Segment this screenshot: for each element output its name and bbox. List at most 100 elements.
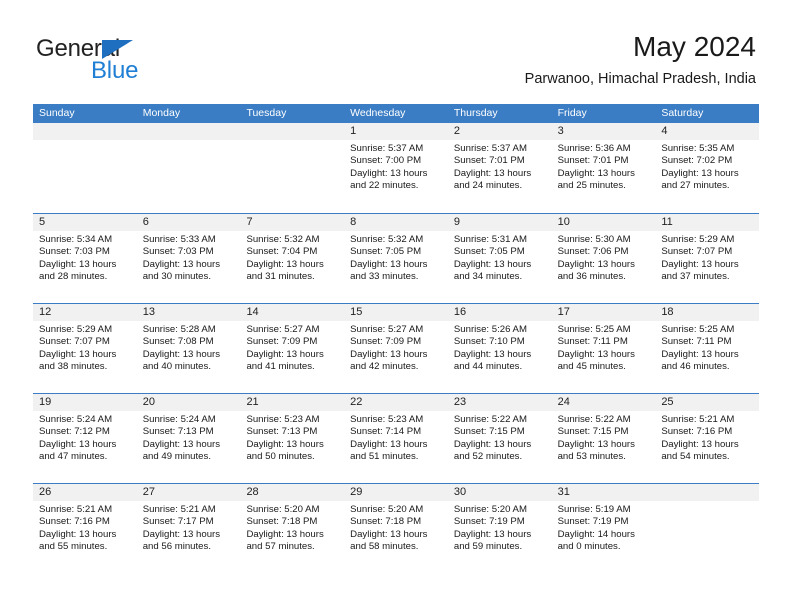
logo-text-blue: Blue [91,57,139,84]
day-detail-line: Daylight: 13 hours [453,348,532,360]
day-detail-line: Sunset: 7:18 PM [246,516,318,528]
day-detail-line: Daylight: 13 hours [350,167,428,179]
day-cell-18[interactable]: 18 Sunrise: 5:25 AM Sunset: 7:11 PM Dayligh… [655,304,760,393]
day-cell-22[interactable]: 22 Sunrise: 5:23 AM Sunset: 7:14 PM Dayligh… [344,394,448,483]
day-number: 24 [551,394,656,411]
day-detail-line: Sunrise: 5:29 AM [661,234,735,245]
day-cell-26[interactable]: 26 Sunrise: 5:21 AM Sunset: 7:16 PM Dayligh… [33,484,137,573]
day-detail-line: Sunrise: 5:23 AM [246,414,320,425]
day-detail-line: Sunrise: 5:24 AM [39,414,113,425]
day-cell-24[interactable]: 24 Sunrise: 5:22 AM Sunset: 7:15 PM Dayligh… [551,394,656,483]
day-cell-23[interactable]: 23 Sunrise: 5:22 AM Sunset: 7:15 PM Dayligh… [447,394,552,483]
day-details [33,140,137,143]
day-number: 31 [551,484,656,501]
day-details: Sunrise: 5:22 AM Sunset: 7:15 PM Daylight:… [448,411,552,464]
day-cell-17[interactable]: 17 Sunrise: 5:25 AM Sunset: 7:11 PM Dayligh… [551,304,656,393]
day-cell-28[interactable]: 28 Sunrise: 5:20 AM Sunset: 7:18 PM Dayligh… [240,484,345,573]
day-detail-line: Daylight: 13 hours [557,167,635,179]
weekday-header-sunday: Sunday [39,107,75,119]
day-number: 18 [655,304,760,321]
day-detail-line: Sunrise: 5:20 AM [246,504,320,515]
day-cell-3[interactable]: 3 Sunrise: 5:36 AM Sunset: 7:01 PM Daylight… [551,123,656,213]
day-cell-9[interactable]: 9 Sunrise: 5:31 AM Sunset: 7:05 PM Daylight… [447,214,552,303]
day-detail-line: Daylight: 13 hours [246,438,324,450]
day-detail-line: Daylight: 13 hours [661,167,739,179]
day-details: Sunrise: 5:20 AM Sunset: 7:19 PM Daylight:… [448,501,552,554]
day-detail-line: Daylight: 13 hours [557,348,635,360]
day-detail-line: Sunset: 7:14 PM [350,426,422,438]
day-detail-line: Daylight: 13 hours [39,438,117,450]
day-cell-10[interactable]: 10 Sunrise: 5:30 AM Sunset: 7:06 PM Dayligh… [551,214,656,303]
day-cell-5[interactable]: 5 Sunrise: 5:34 AM Sunset: 7:03 PM Daylight… [33,214,137,303]
calendar-page: General Blue May 2024 Parwanoo, Himachal… [0,0,792,612]
day-detail-line: Sunset: 7:04 PM [246,246,318,258]
day-detail-line: Sunrise: 5:32 AM [246,234,320,245]
day-cell-2[interactable]: 2 Sunrise: 5:37 AM Sunset: 7:01 PM Daylight… [447,123,552,213]
day-detail-line: Daylight: 13 hours [142,348,221,360]
day-number: 10 [551,214,656,231]
day-details: Sunrise: 5:33 AM Sunset: 7:03 PM Daylight:… [137,231,241,284]
day-details: Sunrise: 5:36 AM Sunset: 7:01 PM Daylight:… [552,140,656,193]
day-number [655,484,760,501]
day-detail-line: and 57 minutes. [246,541,315,553]
day-cell-27[interactable]: 27 Sunrise: 5:21 AM Sunset: 7:17 PM Dayligh… [136,484,241,573]
day-details: Sunrise: 5:23 AM Sunset: 7:14 PM Daylight:… [344,411,448,464]
day-detail-line: Sunrise: 5:21 AM [661,414,735,425]
day-detail-line: and 33 minutes. [350,271,419,283]
day-cell-empty [136,123,241,213]
day-cell-20[interactable]: 20 Sunrise: 5:24 AM Sunset: 7:13 PM Dayligh… [136,394,241,483]
day-detail-line: Sunset: 7:03 PM [142,246,214,258]
day-detail-line: Sunrise: 5:25 AM [557,324,631,335]
day-number: 16 [447,304,552,321]
day-cell-4[interactable]: 4 Sunrise: 5:35 AM Sunset: 7:02 PM Daylight… [655,123,760,213]
day-detail-line: and 0 minutes. [557,541,621,553]
day-number: 26 [33,484,137,501]
day-number: 21 [240,394,345,411]
day-cell-13[interactable]: 13 Sunrise: 5:28 AM Sunset: 7:08 PM Dayligh… [136,304,241,393]
day-cell-12[interactable]: 12 Sunrise: 5:29 AM Sunset: 7:07 PM Dayligh… [33,304,137,393]
general-blue-logo[interactable]: General Blue [36,36,236,88]
day-details [240,140,344,143]
weekday-header-thursday: Thursday [453,107,498,119]
day-detail-line: Sunset: 7:18 PM [350,516,422,528]
day-cell-7[interactable]: 7 Sunrise: 5:32 AM Sunset: 7:04 PM Daylight… [240,214,345,303]
day-cell-29[interactable]: 29 Sunrise: 5:20 AM Sunset: 7:18 PM Dayligh… [344,484,448,573]
day-detail-line: and 58 minutes. [350,541,419,553]
weekday-header-row: Sunday Monday Tuesday Wednesday Thursday Frid… [33,104,759,123]
day-detail-line: Sunset: 7:07 PM [661,246,733,258]
day-cell-11[interactable]: 11 Sunrise: 5:29 AM Sunset: 7:07 PM Dayligh… [655,214,760,303]
day-detail-line: and 49 minutes. [142,451,211,463]
day-cell-21[interactable]: 21 Sunrise: 5:23 AM Sunset: 7:13 PM Dayligh… [240,394,345,483]
day-detail-line: and 55 minutes. [39,541,108,553]
day-details: Sunrise: 5:20 AM Sunset: 7:18 PM Daylight:… [344,501,448,554]
day-detail-line: Daylight: 13 hours [350,348,428,360]
day-cell-1[interactable]: 1 Sunrise: 5:37 AM Sunset: 7:00 PM Daylight… [344,123,448,213]
day-cell-30[interactable]: 30 Sunrise: 5:20 AM Sunset: 7:19 PM Dayligh… [447,484,552,573]
day-number: 29 [344,484,448,501]
day-detail-line: Sunrise: 5:23 AM [350,414,424,425]
day-detail-line: Daylight: 13 hours [453,258,532,270]
day-details: Sunrise: 5:29 AM Sunset: 7:07 PM Daylight:… [33,321,137,374]
day-cell-16[interactable]: 16 Sunrise: 5:26 AM Sunset: 7:10 PM Dayligh… [447,304,552,393]
day-cell-6[interactable]: 6 Sunrise: 5:33 AM Sunset: 7:03 PM Daylight… [136,214,241,303]
calendar-week-row: 5 Sunrise: 5:34 AM Sunset: 7:03 PM Daylight… [33,213,760,303]
day-detail-line: Sunrise: 5:27 AM [350,324,424,335]
day-detail-line: Sunrise: 5:31 AM [453,234,527,245]
day-cell-31[interactable]: 31 Sunrise: 5:19 AM Sunset: 7:19 PM Dayligh… [551,484,656,573]
day-detail-line: and 34 minutes. [453,271,523,283]
day-detail-line: Sunset: 7:13 PM [142,426,214,438]
calendar-grid: Sunday Monday Tuesday Wednesday Thursday Frid… [33,104,760,573]
day-cell-15[interactable]: 15 Sunrise: 5:27 AM Sunset: 7:09 PM Dayligh… [344,304,448,393]
page-header: General Blue May 2024 Parwanoo, Himachal… [0,0,792,98]
day-detail-line: Sunset: 7:05 PM [453,246,525,258]
day-detail-line: Sunset: 7:19 PM [453,516,525,528]
day-detail-line: Sunset: 7:00 PM [350,155,422,167]
day-cell-8[interactable]: 8 Sunrise: 5:32 AM Sunset: 7:05 PM Daylight… [344,214,448,303]
day-number: 22 [344,394,448,411]
day-cell-19[interactable]: 19 Sunrise: 5:24 AM Sunset: 7:12 PM Dayligh… [33,394,137,483]
day-cell-25[interactable]: 25 Sunrise: 5:21 AM Sunset: 7:16 PM Dayligh… [655,394,760,483]
day-detail-line: and 42 minutes. [350,361,419,373]
day-details: Sunrise: 5:29 AM Sunset: 7:07 PM Daylight:… [655,231,759,284]
day-cell-14[interactable]: 14 Sunrise: 5:27 AM Sunset: 7:09 PM Dayligh… [240,304,345,393]
page-subtitle: Parwanoo, Himachal Pradesh, India [524,71,756,87]
